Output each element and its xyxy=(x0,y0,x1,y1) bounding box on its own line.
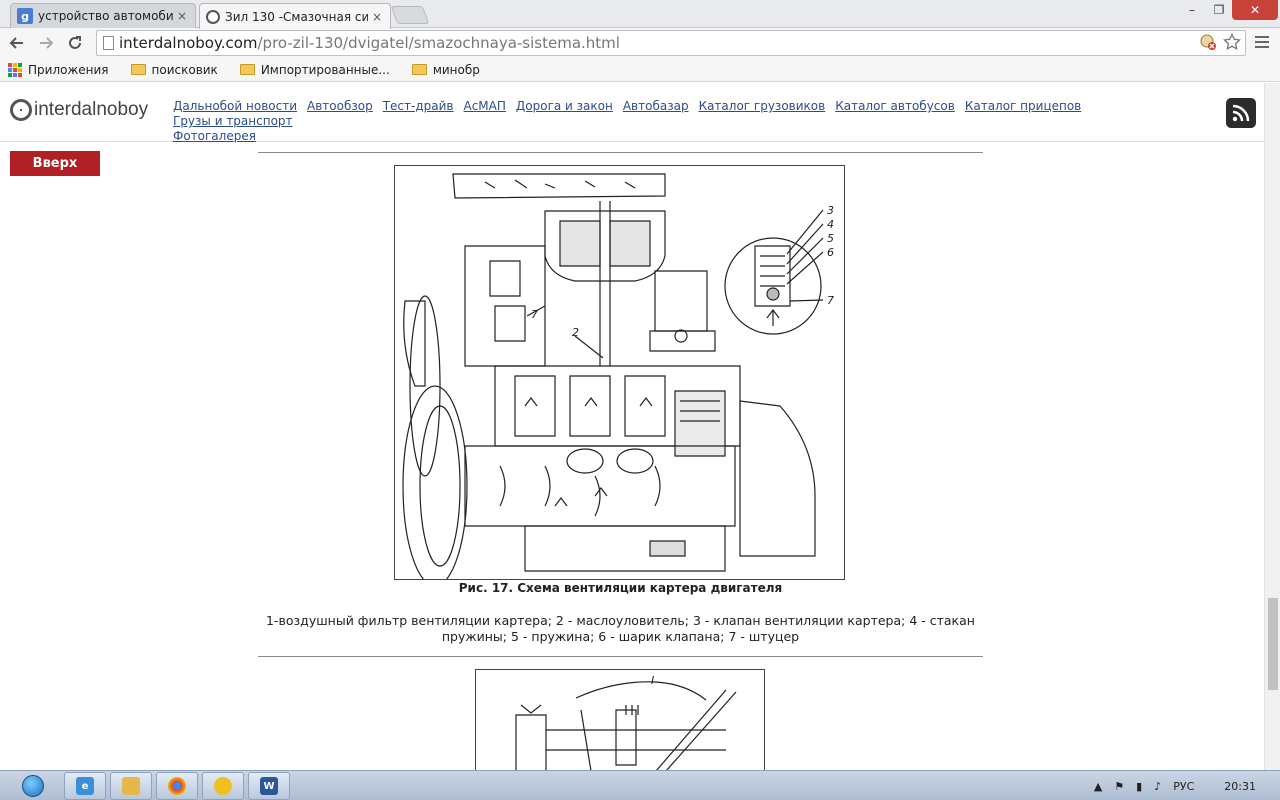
logo-text: interdalnoboy xyxy=(34,99,149,120)
bookmark-poiskovik[interactable]: поисковик xyxy=(130,62,218,77)
label-5: 5 xyxy=(827,232,834,245)
site-header: interdalnoboy Дальнобой новости Автообзор… xyxy=(0,83,1264,144)
taskbar-ie[interactable]: e xyxy=(64,772,106,800)
new-tab-button[interactable] xyxy=(390,6,430,24)
nav-link-autoreview[interactable]: Автообзор xyxy=(307,99,373,114)
lubrication-schematic-drawing: I xyxy=(515,674,737,770)
nav-link-trailers-catalog[interactable]: Каталог прицепов xyxy=(965,99,1081,114)
star-icon[interactable] xyxy=(1223,33,1241,51)
volume-icon[interactable]: ♪ xyxy=(1154,780,1161,793)
bookmark-imported[interactable]: Импортированные... xyxy=(239,62,390,77)
bookmark-apps[interactable]: Приложения xyxy=(8,62,109,77)
next-figure: I xyxy=(475,669,765,770)
nav-link-news[interactable]: Дальнобой новости xyxy=(173,99,297,114)
tab-zil-130[interactable]: Зил 130 -Смазочная сист × xyxy=(199,3,391,29)
nav-link-testdrive[interactable]: Тест-драйв xyxy=(383,99,454,114)
back-button[interactable] xyxy=(6,32,28,54)
taskbar-word[interactable]: W xyxy=(248,772,290,800)
clock[interactable]: 20:31 xyxy=(1224,780,1256,793)
nav-link-asmap[interactable]: АсМАП xyxy=(464,99,506,114)
windows-orb-icon xyxy=(22,775,44,797)
bookmark-label: поисковик xyxy=(151,62,218,77)
google-icon: g xyxy=(17,8,33,24)
network-icon[interactable]: ▮ xyxy=(1136,780,1142,793)
bookmarks-bar: Приложения поисковик Импортированные... … xyxy=(0,58,1280,82)
maximize-button[interactable]: ❐ xyxy=(1206,0,1232,20)
steering-wheel-icon xyxy=(10,99,32,121)
browser-toolbar: interdalnoboy.com/pro-zil-130/dvigatel/s… xyxy=(0,28,1280,58)
explorer-icon xyxy=(122,777,140,795)
address-bar[interactable]: interdalnoboy.com/pro-zil-130/dvigatel/s… xyxy=(96,30,1246,56)
engine-schematic-drawing: 3 4 5 6 7 7 2 xyxy=(402,173,834,579)
reload-icon xyxy=(69,36,81,49)
forward-button[interactable] xyxy=(35,32,57,54)
bookmark-label: минобр xyxy=(432,62,480,77)
nav-link-road-law[interactable]: Дорога и закон xyxy=(516,99,613,114)
figure-legend: 1-воздушный фильтр вентиляции картера; 2… xyxy=(266,613,975,644)
word-icon: W xyxy=(260,777,278,795)
engine-ventilation-figure: 3 4 5 6 7 7 2 xyxy=(394,165,845,580)
tab-title: устройство автомобиля xyxy=(38,9,173,23)
taskbar-explorer[interactable] xyxy=(110,772,152,800)
scrollbar-thumb[interactable] xyxy=(1268,598,1278,690)
divider xyxy=(258,152,983,153)
tray-arrow-icon[interactable]: ▲ xyxy=(1094,780,1102,793)
page-scrollbar[interactable] xyxy=(1264,83,1280,770)
label-2: 2 xyxy=(572,326,579,339)
page-icon xyxy=(103,36,114,50)
system-tray: ▲ ⚑ ▮ ♪ РУС 20:31 xyxy=(1094,771,1280,800)
scroll-up-button[interactable]: Вверх xyxy=(10,151,100,176)
label-4: 4 xyxy=(827,218,834,231)
start-button[interactable] xyxy=(4,773,62,799)
folder-icon xyxy=(130,64,146,75)
qip-icon xyxy=(214,777,232,795)
menu-icon[interactable] xyxy=(1255,36,1269,50)
chrome-icon xyxy=(168,777,186,795)
tab-ustroystvo[interactable]: g устройство автомобиля × xyxy=(10,3,196,28)
arrow-right-icon xyxy=(40,37,54,49)
ie-icon: e xyxy=(76,777,94,795)
blocked-content-icon[interactable] xyxy=(1199,33,1217,51)
url-domain: interdalnoboy.com xyxy=(119,34,258,52)
label-6: 6 xyxy=(827,246,834,259)
windows-taskbar: e W ▲ ⚑ ▮ ♪ РУС 20:31 xyxy=(0,770,1280,800)
nav-link-buses-catalog[interactable]: Каталог автобусов xyxy=(835,99,955,114)
close-window-button[interactable]: ✕ xyxy=(1232,0,1278,20)
nav-link-trucks-catalog[interactable]: Каталог грузовиков xyxy=(699,99,826,114)
label-7-left: 7 xyxy=(531,308,538,321)
bookmark-label: Приложения xyxy=(28,62,109,77)
figure-caption: Рис. 17. Схема вентиляции картера двигат… xyxy=(458,581,783,595)
nav-link-photogallery[interactable]: Фотогалерея xyxy=(173,129,256,144)
reload-button[interactable] xyxy=(64,32,86,54)
label-I: I xyxy=(651,674,654,687)
nav-link-cargo[interactable]: Грузы и транспорт xyxy=(173,114,293,129)
label-7-valve: 7 xyxy=(827,294,834,307)
language-indicator[interactable]: РУС xyxy=(1173,780,1194,793)
interdalnoboy-icon xyxy=(206,9,220,24)
folder-icon xyxy=(411,64,427,75)
nav-link-autobazar[interactable]: Автобазар xyxy=(623,99,689,114)
flag-icon[interactable]: ⚑ xyxy=(1114,780,1124,793)
taskbar-qip[interactable] xyxy=(202,772,244,800)
divider xyxy=(258,656,983,657)
rss-button[interactable] xyxy=(1226,98,1256,128)
rss-icon xyxy=(1232,104,1250,122)
minimize-button[interactable]: – xyxy=(1178,0,1206,20)
tab-title: Зил 130 -Смазочная сист xyxy=(225,9,368,24)
taskbar-chrome[interactable] xyxy=(156,772,198,800)
site-logo[interactable]: interdalnoboy xyxy=(10,99,148,121)
folder-icon xyxy=(239,64,255,75)
apps-grid-icon xyxy=(8,62,22,77)
bookmark-label: Импортированные... xyxy=(260,62,390,77)
label-3: 3 xyxy=(827,204,834,217)
bookmark-minobr[interactable]: минобр xyxy=(411,62,480,77)
close-icon[interactable]: × xyxy=(372,10,382,24)
close-icon[interactable]: × xyxy=(177,9,187,23)
main-nav: Дальнобой новости Автообзор Тест-драйв АсМА… xyxy=(173,99,1173,144)
tab-strip: g устройство автомобиля × Зил 130 -Смазо… xyxy=(0,0,1280,29)
url-path: /pro-zil-130/dvigatel/smazochnaya-sistem… xyxy=(257,34,620,52)
arrow-left-icon xyxy=(9,37,23,49)
